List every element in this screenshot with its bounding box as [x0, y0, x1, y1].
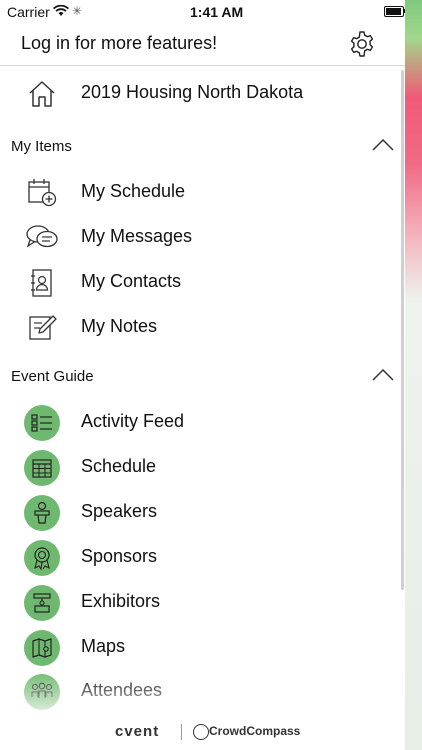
section-title: My Items: [11, 138, 72, 155]
footer-branding: cvent CrowdCompass: [0, 712, 405, 750]
section-event-guide[interactable]: Event Guide: [0, 361, 400, 391]
status-time: 1:41 AM: [190, 4, 244, 20]
speaker-podium-icon: [24, 495, 60, 531]
chevron-up-icon[interactable]: [372, 369, 394, 381]
address-book-icon: [23, 267, 61, 299]
menu-item-activity-feed[interactable]: Activity Feed: [0, 401, 400, 445]
gear-icon[interactable]: [348, 30, 376, 58]
menu-header: Log in for more features!: [0, 24, 405, 66]
menu-item-maps[interactable]: Maps: [0, 626, 400, 670]
menu-item-exhibitors[interactable]: Exhibitors: [0, 581, 400, 625]
house-icon: [23, 78, 61, 110]
section-my-items[interactable]: My Items: [0, 131, 400, 161]
exhibitor-booth-icon: [24, 585, 60, 621]
battery-icon: [384, 6, 404, 17]
menu-item-label: My Schedule: [81, 181, 186, 201]
menu-item-label: Maps: [81, 636, 126, 656]
login-prompt[interactable]: Log in for more features!: [21, 33, 217, 54]
scrollbar[interactable]: [401, 70, 404, 590]
crowdcompass-logo: CrowdCompass: [209, 724, 301, 738]
status-bar: Carrier ✳ 1:41 AM: [0, 0, 406, 24]
menu-item-my-contacts[interactable]: My Contacts: [0, 261, 400, 305]
menu-item-label: Activity Feed: [81, 411, 185, 431]
menu-item-my-schedule[interactable]: My Schedule: [0, 171, 400, 215]
map-pin-icon: [24, 630, 60, 666]
note-pencil-icon: [23, 312, 61, 344]
chat-bubbles-icon: [23, 222, 61, 254]
menu-item-sponsors[interactable]: Sponsors: [0, 536, 400, 580]
footer-divider: [181, 724, 182, 740]
carrier-label: Carrier: [7, 4, 50, 20]
people-group-icon: [24, 674, 60, 710]
wifi-icon: [53, 4, 69, 20]
menu-item-label: My Notes: [81, 316, 158, 336]
menu-item-label: Schedule: [81, 456, 157, 476]
section-title: Event Guide: [11, 368, 94, 385]
ribbon-award-icon: [24, 540, 60, 576]
menu-item-speakers[interactable]: Speakers: [0, 491, 400, 535]
menu-item-attendees[interactable]: Attendees: [0, 670, 400, 714]
menu-item-label: My Contacts: [81, 271, 182, 291]
event-name: 2019 Housing North Dakota: [81, 82, 304, 102]
menu-item-label: Attendees: [81, 680, 163, 700]
chevron-up-icon[interactable]: [372, 139, 394, 151]
background-content-strip[interactable]: [405, 0, 422, 750]
menu-item-schedule[interactable]: Schedule: [0, 446, 400, 490]
activity-indicator-icon: ✳: [72, 4, 83, 18]
menu-item-label: Speakers: [81, 501, 158, 521]
menu-item-label: My Messages: [81, 226, 193, 246]
menu-item-label: Sponsors: [81, 546, 158, 566]
calendar-add-icon: [23, 177, 61, 209]
home-row[interactable]: 2019 Housing North Dakota: [0, 72, 400, 116]
calendar-grid-icon: [24, 450, 60, 486]
menu-item-label: Exhibitors: [81, 591, 161, 611]
menu-item-my-messages[interactable]: My Messages: [0, 216, 400, 260]
menu-item-my-notes[interactable]: My Notes: [0, 306, 400, 350]
list-icon: [24, 405, 60, 441]
crowdcompass-logo-icon: [193, 724, 209, 740]
cvent-logo: cvent: [115, 723, 160, 740]
